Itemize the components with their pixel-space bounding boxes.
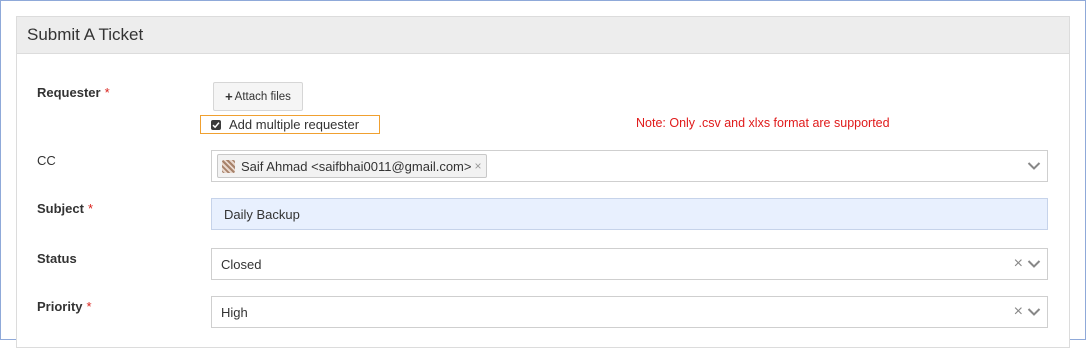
chevron-down-icon[interactable] xyxy=(1027,257,1041,271)
clear-icon[interactable]: × xyxy=(1014,255,1023,273)
cc-select[interactable]: Saif Ahmad <saifbhai0011@gmail.com> × xyxy=(211,150,1048,182)
plus-icon: + xyxy=(225,89,233,104)
subject-label: Subject * xyxy=(37,201,94,216)
required-mark: * xyxy=(104,85,110,100)
subject-value: Daily Backup xyxy=(224,206,300,222)
tag-remove-icon[interactable]: × xyxy=(474,159,481,173)
cc-tag: Saif Ahmad <saifbhai0011@gmail.com> × xyxy=(217,154,487,178)
attach-files-label: Attach files xyxy=(234,90,291,103)
priority-value: High xyxy=(221,304,248,320)
status-select[interactable]: Closed × xyxy=(211,248,1048,280)
add-multiple-requester-checkbox[interactable] xyxy=(211,119,221,130)
chevron-down-icon[interactable] xyxy=(1027,305,1041,319)
panel-header: Submit A Ticket xyxy=(17,17,1069,54)
priority-label: Priority * xyxy=(37,299,92,314)
chevron-down-icon[interactable] xyxy=(1027,159,1041,173)
checkmark-icon xyxy=(212,121,220,128)
add-multiple-requester-label: Add multiple requester xyxy=(229,117,360,132)
requester-label: Requester * xyxy=(37,85,110,100)
attach-files-button[interactable]: + Attach files xyxy=(213,82,303,111)
clear-icon[interactable]: × xyxy=(1014,303,1023,321)
priority-select[interactable]: High × xyxy=(211,296,1048,328)
subject-input[interactable]: Daily Backup xyxy=(211,198,1048,230)
cc-tag-text: Saif Ahmad <saifbhai0011@gmail.com> xyxy=(241,158,472,174)
submit-ticket-panel: Submit A Ticket Requester * + Attach file… xyxy=(16,16,1070,348)
status-label: Status xyxy=(37,251,77,266)
status-value: Closed xyxy=(221,256,262,272)
avatar-icon xyxy=(222,159,235,173)
format-note: Note: Only .csv and xlxs format are supp… xyxy=(636,116,890,130)
required-mark: * xyxy=(87,201,94,216)
cc-label: CC xyxy=(37,153,56,168)
required-mark: * xyxy=(86,299,92,314)
panel-title: Submit A Ticket xyxy=(27,25,144,44)
add-multiple-requester-option[interactable]: Add multiple requester xyxy=(200,115,380,134)
